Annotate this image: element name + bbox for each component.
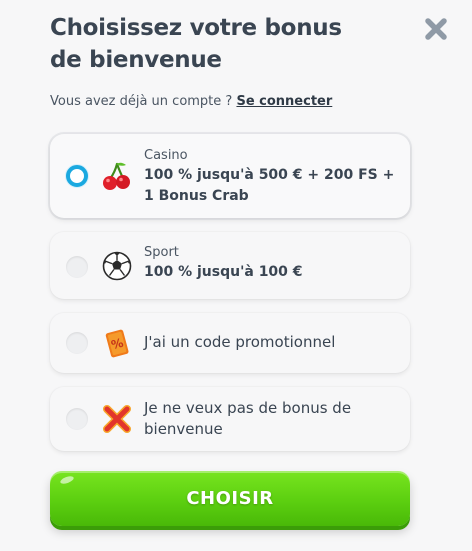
option-title: 100 % jusqu'à 100 € — [144, 264, 303, 280]
close-icon — [425, 18, 447, 40]
bonus-option-casino[interactable]: Casino 100 % jusqu'à 500 € + 200 FS + 1 … — [50, 134, 410, 218]
option-title: Je ne veux pas de bonus de bienvenue — [144, 399, 352, 438]
login-link[interactable]: Se connecter — [236, 94, 332, 109]
option-text: Casino 100 % jusqu'à 500 € + 200 FS + 1 … — [144, 147, 396, 207]
option-category: Casino — [144, 148, 188, 163]
radio-sport[interactable] — [66, 256, 88, 278]
bonus-option-sport[interactable]: Sport 100 % jusqu'à 100 € — [50, 232, 410, 299]
option-text: Sport 100 % jusqu'à 100 € — [144, 244, 396, 283]
soccer-ball-icon — [101, 250, 133, 282]
bonus-option-promo-code[interactable]: % J'ai un code promotionnel — [50, 313, 410, 373]
welcome-bonus-modal: Choisissez votre bonus de bienvenue Vous… — [0, 0, 472, 551]
option-category: Sport — [144, 245, 179, 260]
option-text: J'ai un code promotionnel — [144, 332, 396, 353]
choose-button-label: CHOISIR — [186, 488, 274, 509]
option-title: 100 % jusqu'à 500 € + 200 FS + 1 Bonus C… — [144, 167, 395, 204]
radio-no-bonus[interactable] — [66, 408, 88, 430]
option-title: J'ai un code promotionnel — [144, 333, 336, 351]
cherry-icon — [101, 160, 133, 192]
promo-ticket-icon: % — [101, 327, 133, 359]
option-text: Je ne veux pas de bonus de bienvenue — [144, 398, 396, 440]
choose-button[interactable]: CHOISIR — [50, 471, 410, 526]
button-shine — [59, 474, 75, 486]
radio-casino[interactable] — [66, 165, 88, 187]
login-prompt: Vous avez déjà un compte ? — [50, 94, 233, 109]
radio-promo-code[interactable] — [66, 332, 88, 354]
modal-title: Choisissez votre bonus de bienvenue — [50, 15, 342, 73]
close-button[interactable] — [423, 16, 449, 42]
red-cross-icon — [101, 403, 133, 435]
login-line: Vous avez déjà un compte ? Se connecter — [50, 94, 332, 109]
bonus-option-no-bonus[interactable]: Je ne veux pas de bonus de bienvenue — [50, 387, 410, 451]
